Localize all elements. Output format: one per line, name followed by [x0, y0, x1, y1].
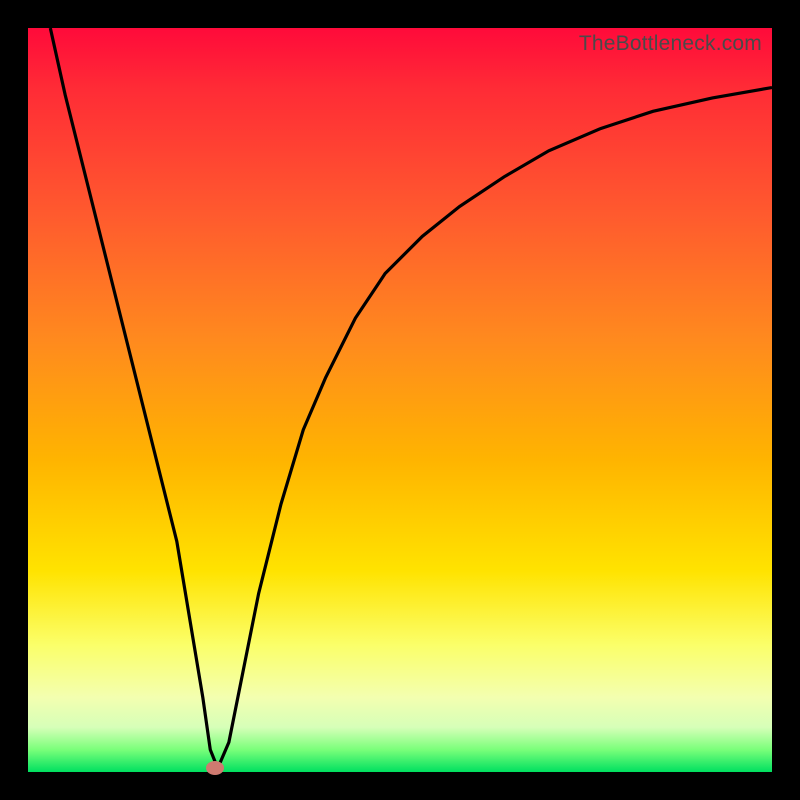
curve-path [50, 28, 772, 768]
chart-frame: TheBottleneck.com [0, 0, 800, 800]
plot-area: TheBottleneck.com [28, 28, 772, 772]
bottleneck-curve [28, 28, 772, 772]
